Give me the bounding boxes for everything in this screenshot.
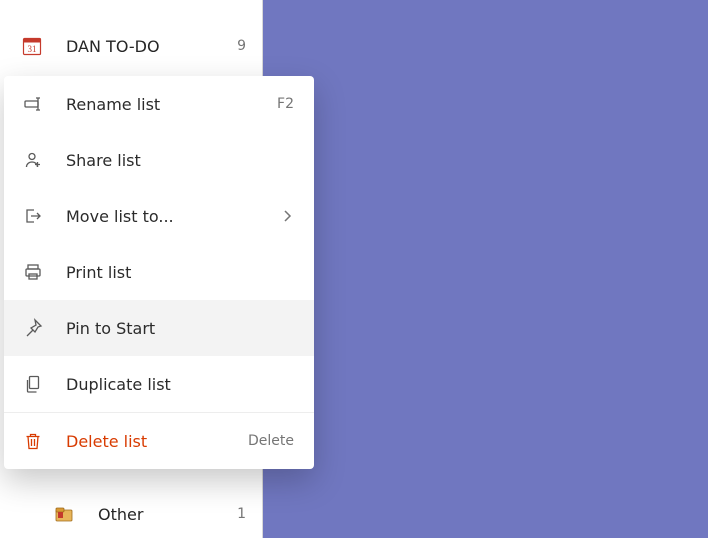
main-content-area bbox=[263, 0, 708, 538]
calendar-31-icon: 31 bbox=[22, 36, 42, 56]
sidebar-list-other[interactable]: Other 1 bbox=[0, 490, 262, 538]
duplicate-icon bbox=[22, 373, 44, 395]
menu-item-rename-list[interactable]: Rename list F2 bbox=[4, 76, 314, 132]
list-context-menu: Rename list F2 Share list Move list to..… bbox=[4, 76, 314, 469]
sidebar-list-label: DAN TO-DO bbox=[66, 37, 232, 56]
menu-item-print-list[interactable]: Print list bbox=[4, 244, 314, 300]
menu-item-label: Pin to Start bbox=[66, 319, 294, 338]
chevron-right-icon bbox=[280, 209, 294, 223]
menu-item-pin-to-start[interactable]: Pin to Start bbox=[4, 300, 314, 356]
menu-item-share-list[interactable]: Share list bbox=[4, 132, 314, 188]
menu-item-label: Delete list bbox=[66, 432, 248, 451]
sidebar-list-count: 1 bbox=[232, 506, 246, 522]
move-to-icon bbox=[22, 205, 44, 227]
sidebar-list-count: 9 bbox=[232, 38, 246, 54]
svg-text:31: 31 bbox=[28, 44, 37, 54]
share-person-icon bbox=[22, 149, 44, 171]
menu-item-label: Print list bbox=[66, 263, 294, 282]
menu-item-shortcut: F2 bbox=[277, 96, 294, 112]
menu-item-label: Rename list bbox=[66, 95, 277, 114]
menu-item-label: Duplicate list bbox=[66, 375, 294, 394]
rename-icon bbox=[22, 93, 44, 115]
print-icon bbox=[22, 261, 44, 283]
menu-item-delete-list[interactable]: Delete list Delete bbox=[4, 413, 314, 469]
menu-item-label: Share list bbox=[66, 151, 294, 170]
pin-icon bbox=[22, 317, 44, 339]
menu-item-duplicate-list[interactable]: Duplicate list bbox=[4, 356, 314, 412]
menu-item-move-list-to[interactable]: Move list to... bbox=[4, 188, 314, 244]
trash-icon bbox=[22, 430, 44, 452]
folder-emoji-icon bbox=[54, 504, 74, 524]
menu-item-shortcut: Delete bbox=[248, 433, 294, 449]
sidebar-list-label: Other bbox=[98, 505, 232, 524]
menu-item-label: Move list to... bbox=[66, 207, 280, 226]
sidebar-list-dan-todo[interactable]: 31 DAN TO-DO 9 bbox=[0, 22, 262, 70]
